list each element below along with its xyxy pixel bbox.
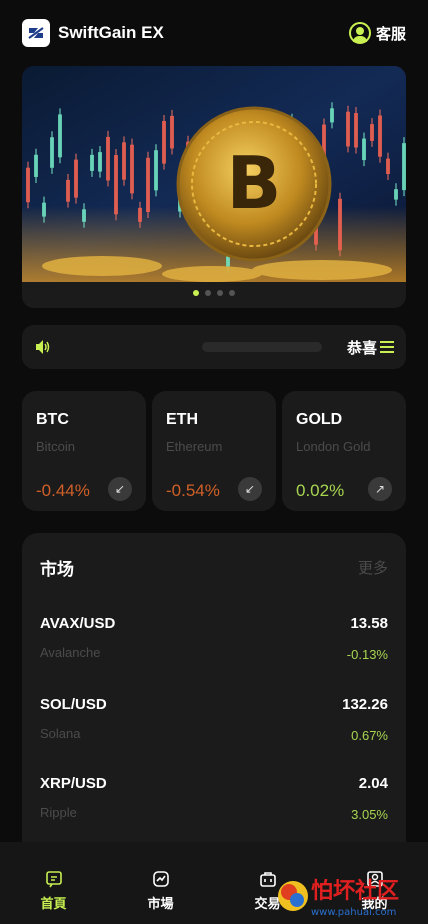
asset-symbol: BTC: [36, 411, 69, 428]
home-icon: [45, 871, 62, 888]
market-price: 132.26: [342, 696, 388, 713]
market-change: 0.67%: [351, 728, 388, 743]
market-pair: SOL/USD: [40, 696, 107, 713]
app-logo-icon: [22, 19, 50, 47]
tab-home[interactable]: 首頁: [0, 842, 107, 924]
featured-assets: BTC Bitcoin -0.44% ↙ ETH Ethereum -0.54%…: [22, 391, 406, 511]
customer-service-button[interactable]: 客服: [348, 22, 406, 44]
app-header: SwiftGain EX 客服: [0, 0, 428, 66]
asset-symbol: GOLD: [296, 411, 343, 428]
announcement-bar[interactable]: 恭喜: [22, 325, 406, 369]
market-icon: [152, 871, 169, 887]
market-price: 2.04: [358, 775, 388, 792]
market-name: Ripple: [40, 805, 77, 820]
asset-change: 0.02%: [296, 481, 345, 500]
tab-market[interactable]: 市場: [107, 842, 214, 924]
market-title: 市场: [40, 560, 74, 579]
bitcoin-banner-image: B: [22, 66, 406, 282]
arrow-up-right-icon: ↗: [368, 477, 392, 501]
promo-banner-carousel[interactable]: B: [22, 66, 406, 308]
market-name: Solana: [40, 726, 81, 741]
app-title: SwiftGain EX: [58, 23, 164, 42]
announcement-text: 恭喜: [346, 339, 377, 357]
market-pair: XRP/USD: [40, 775, 107, 792]
asset-name: Bitcoin: [36, 439, 76, 454]
tab-label: 市場: [147, 896, 174, 911]
blurred-announcement: [202, 342, 322, 352]
asset-card-eth[interactable]: ETH Ethereum -0.54% ↙: [152, 391, 276, 511]
more-link[interactable]: 更多: [358, 557, 388, 578]
carousel-dot[interactable]: [205, 290, 211, 296]
svg-text:B: B: [227, 141, 282, 225]
arrow-down-left-icon: ↙: [238, 477, 262, 501]
carousel-dot[interactable]: [217, 290, 223, 296]
asset-change: -0.44%: [36, 481, 90, 500]
trade-icon: [259, 872, 276, 887]
market-change: -0.13%: [346, 647, 388, 662]
asset-name: Ethereum: [166, 439, 223, 454]
carousel-indicator: [22, 290, 406, 296]
asset-change: -0.54%: [166, 481, 220, 500]
arrow-down-left-icon: ↙: [108, 477, 132, 501]
customer-service-label: 客服: [375, 25, 406, 43]
carousel-dot[interactable]: [193, 290, 199, 296]
asset-card-gold[interactable]: GOLD London Gold 0.02% ↗: [282, 391, 406, 511]
speaker-icon: [36, 340, 50, 354]
site-watermark: 怕坏社区 www.pahuai.com: [278, 878, 399, 918]
user-avatar-icon: [348, 22, 371, 44]
carousel-dot[interactable]: [229, 290, 235, 296]
market-name: Avalanche: [40, 645, 101, 660]
asset-card-btc[interactable]: BTC Bitcoin -0.44% ↙: [22, 391, 146, 511]
watermark-url: www.pahuai.com: [311, 907, 396, 918]
market-price: 13.58: [350, 615, 388, 632]
watermark-title: 怕坏社区: [311, 878, 399, 904]
tab-label: 首頁: [40, 896, 67, 911]
market-change: 3.05%: [351, 807, 388, 822]
asset-name: London Gold: [296, 439, 371, 454]
asset-symbol: ETH: [166, 411, 198, 428]
market-pair: AVAX/USD: [40, 615, 116, 632]
menu-icon[interactable]: [380, 341, 394, 353]
